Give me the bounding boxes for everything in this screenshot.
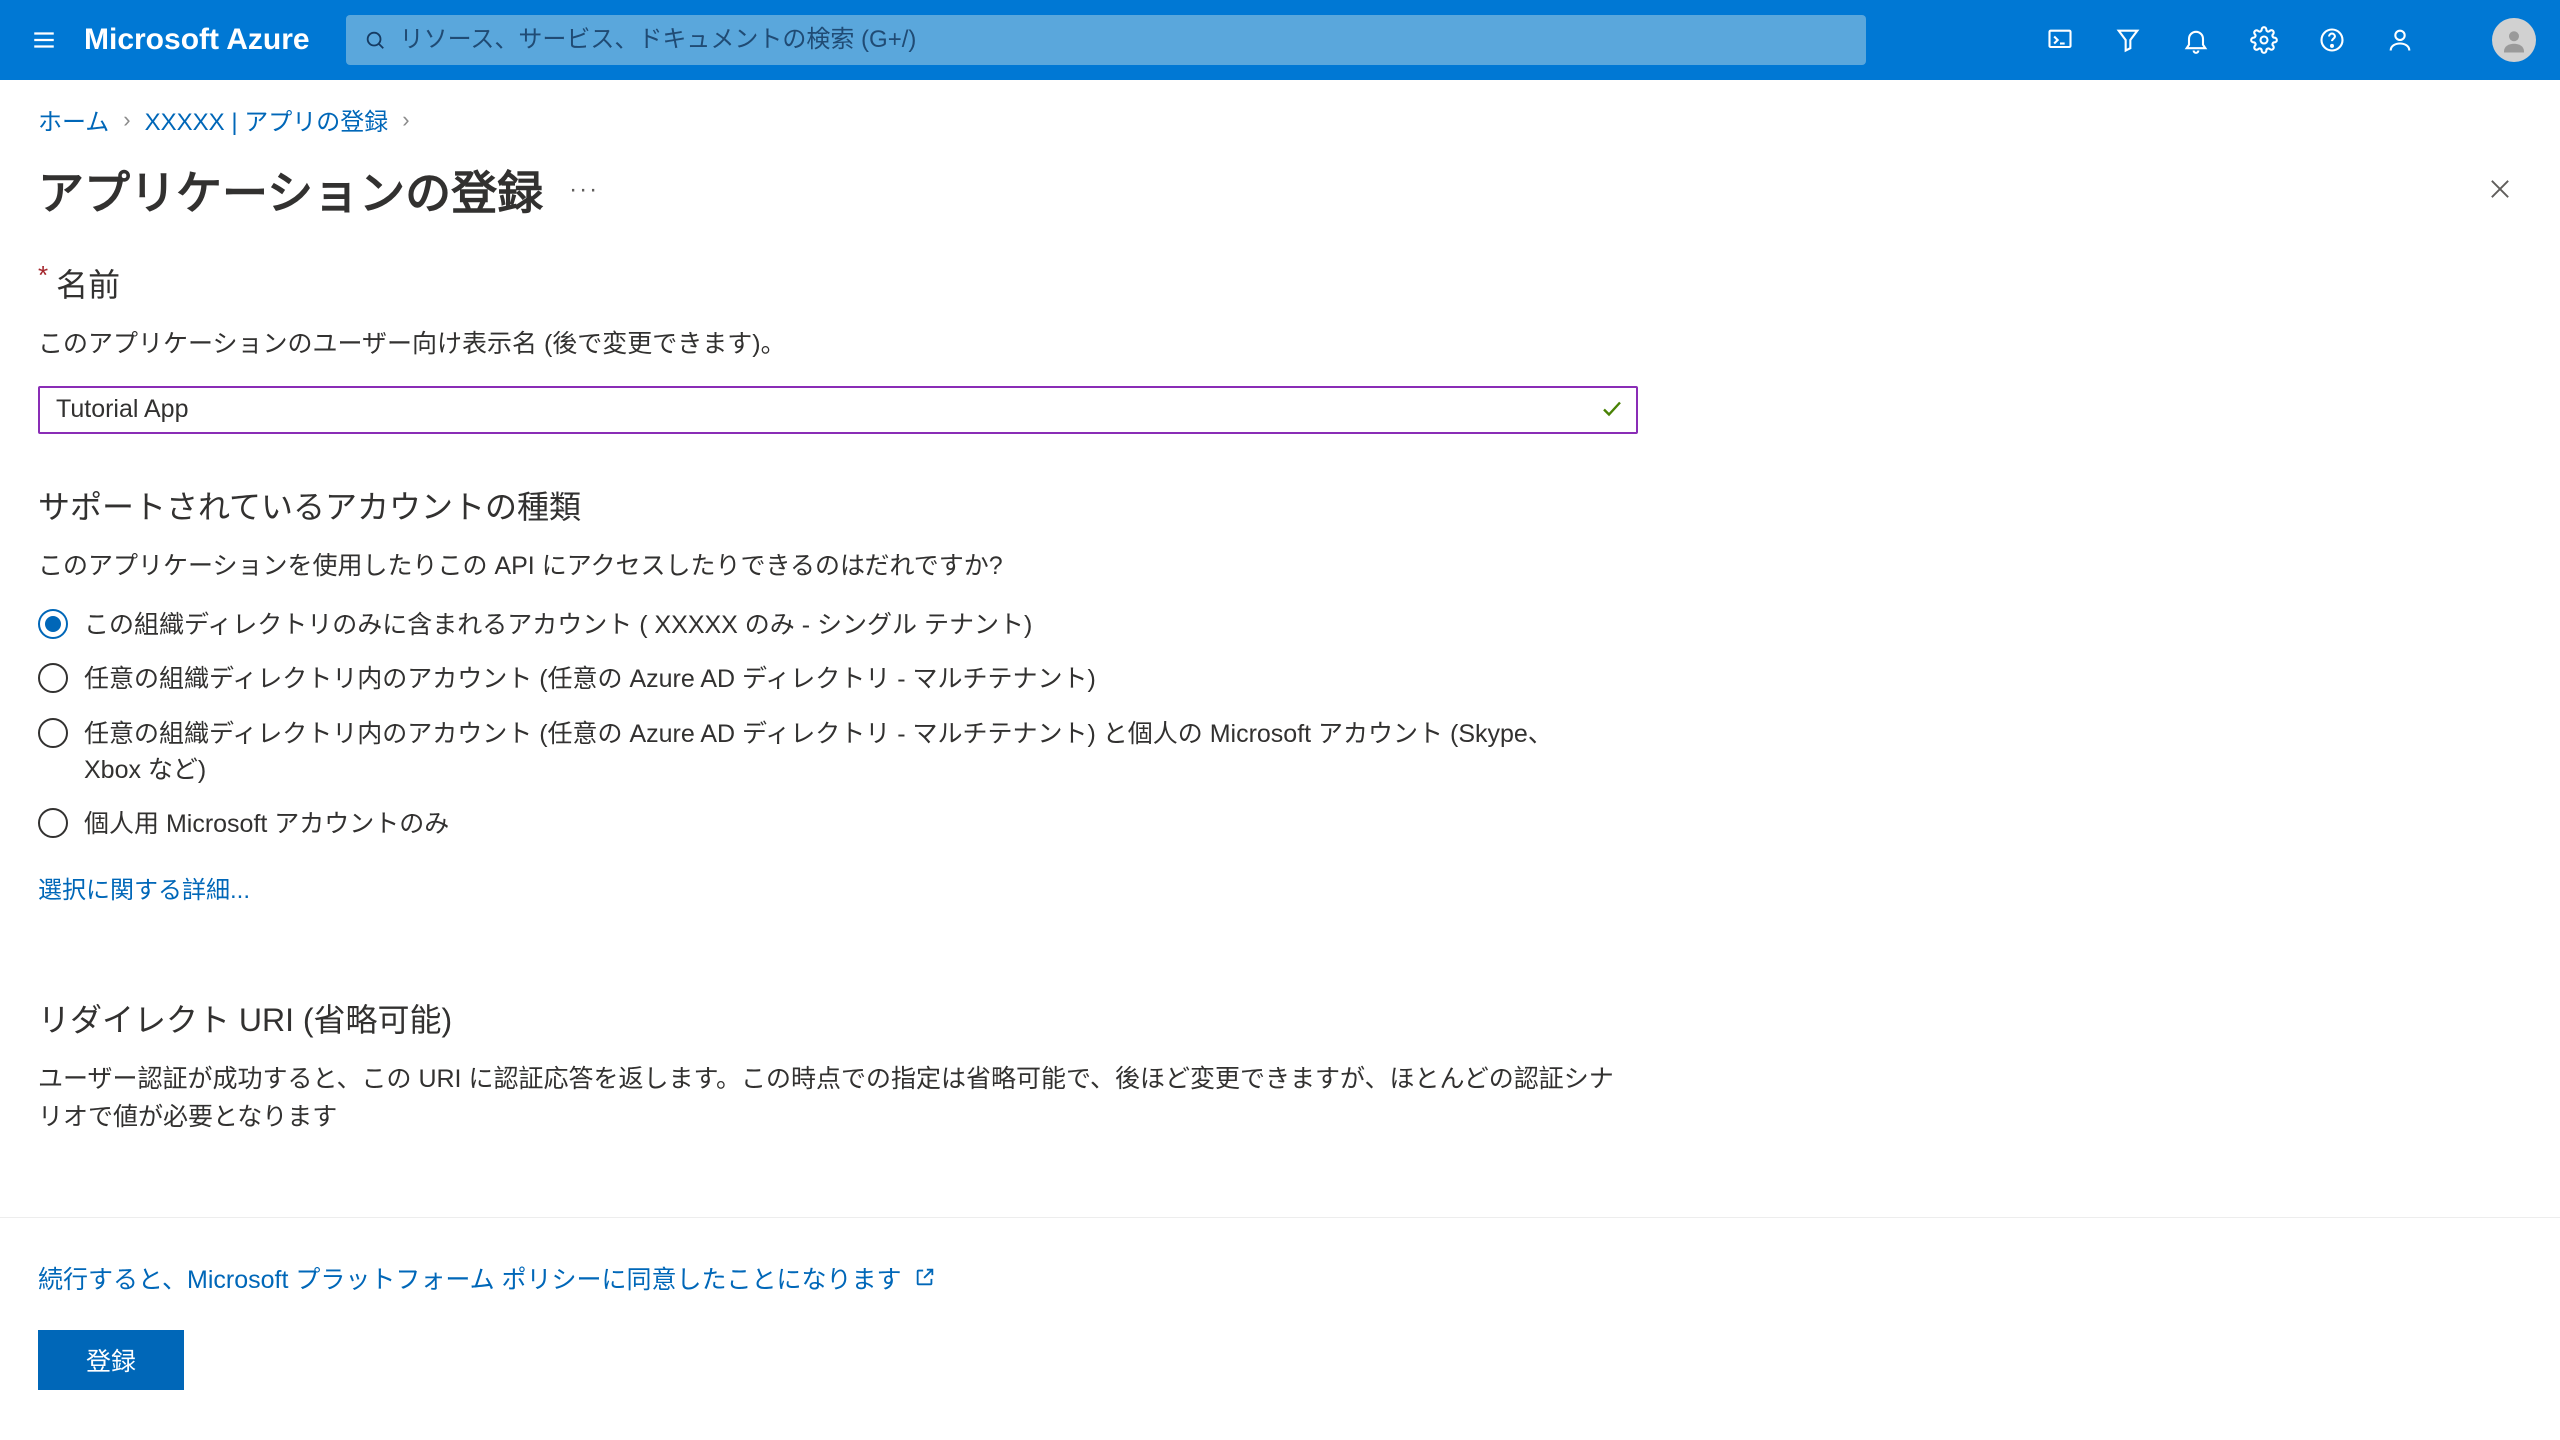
breadcrumb-home[interactable]: ホーム bbox=[38, 102, 109, 137]
external-link-icon bbox=[914, 1266, 936, 1291]
account-types-radio-group: この組織ディレクトリのみに含まれるアカウント ( XXXXX のみ - シングル… bbox=[38, 607, 1638, 842]
close-blade-button[interactable] bbox=[2478, 167, 2522, 214]
name-label: 名前 bbox=[56, 267, 120, 303]
breadcrumb: ホーム › XXXXX | アプリの登録 › bbox=[0, 80, 2560, 149]
menu-hamburger-button[interactable] bbox=[24, 20, 64, 60]
search-input[interactable] bbox=[400, 26, 1848, 54]
valid-check-icon bbox=[1600, 396, 1624, 423]
header-utility-icons bbox=[2044, 18, 2536, 62]
title-more-button[interactable]: ··· bbox=[569, 176, 599, 204]
hamburger-icon bbox=[31, 27, 57, 53]
form-content: * 名前 このアプリケーションのユーザー向け表示名 (後で変更できます)。 サポー… bbox=[0, 220, 2560, 1230]
avatar-person-icon bbox=[2499, 25, 2529, 55]
close-icon bbox=[2486, 175, 2514, 203]
feedback-icon bbox=[2386, 26, 2414, 54]
account-types-question: このアプリケーションを使用したりこの API にアクセスしたりできるのはだれです… bbox=[38, 548, 1638, 586]
footer-bar: 続行すると、Microsoft プラットフォーム ポリシーに同意したことになりま… bbox=[0, 1217, 2560, 1440]
radio-circle-icon bbox=[38, 718, 68, 748]
radio-circle-icon bbox=[38, 808, 68, 838]
chevron-right-icon: › bbox=[123, 107, 130, 133]
name-description: このアプリケーションのユーザー向け表示名 (後で変更できます)。 bbox=[38, 326, 1638, 364]
name-section-heading: * 名前 bbox=[38, 260, 2522, 306]
account-type-radio-1[interactable]: 任意の組織ディレクトリ内のアカウント (任意の Azure AD ディレクトリ … bbox=[38, 661, 1638, 697]
radio-label: 個人用 Microsoft アカウントのみ bbox=[84, 806, 449, 842]
global-search-box[interactable] bbox=[346, 15, 1866, 65]
account-types-help-link[interactable]: 選択に関する詳細... bbox=[38, 870, 250, 905]
settings-button[interactable] bbox=[2248, 24, 2280, 56]
redirect-uri-description: ユーザー認証が成功すると、この URI に認証応答を返します。この時点での指定は… bbox=[38, 1061, 1638, 1136]
cloud-shell-button[interactable] bbox=[2044, 24, 2076, 56]
notifications-button[interactable] bbox=[2180, 24, 2212, 56]
account-type-radio-3[interactable]: 個人用 Microsoft アカウントのみ bbox=[38, 806, 1638, 842]
radio-label: この組織ディレクトリのみに含まれるアカウント ( XXXXX のみ - シングル… bbox=[84, 607, 1032, 643]
bell-icon bbox=[2182, 26, 2210, 54]
page-title: アプリケーションの登録 bbox=[38, 157, 543, 223]
app-name-input[interactable] bbox=[38, 386, 1638, 434]
account-type-radio-2[interactable]: 任意の組織ディレクトリ内のアカウント (任意の Azure AD ディレクトリ … bbox=[38, 716, 1638, 789]
policy-agreement-link[interactable]: 続行すると、Microsoft プラットフォーム ポリシーに同意したことになりま… bbox=[38, 1260, 902, 1296]
redirect-uri-heading: リダイレクト URI (省略可能) bbox=[38, 995, 2522, 1041]
radio-circle-icon bbox=[38, 663, 68, 693]
search-icon bbox=[364, 29, 386, 51]
brand-label: Microsoft Azure bbox=[84, 23, 310, 57]
gear-icon bbox=[2250, 26, 2278, 54]
radio-label: 任意の組織ディレクトリ内のアカウント (任意の Azure AD ディレクトリ … bbox=[84, 716, 1604, 789]
radio-circle-icon bbox=[38, 609, 68, 639]
chevron-right-icon: › bbox=[402, 107, 409, 133]
help-button[interactable] bbox=[2316, 24, 2348, 56]
radio-label: 任意の組織ディレクトリ内のアカウント (任意の Azure AD ディレクトリ … bbox=[84, 661, 1096, 697]
account-type-radio-0[interactable]: この組織ディレクトリのみに含まれるアカウント ( XXXXX のみ - シングル… bbox=[38, 607, 1638, 643]
directories-filter-button[interactable] bbox=[2112, 24, 2144, 56]
filter-icon bbox=[2114, 26, 2142, 54]
top-header: Microsoft Azure bbox=[0, 0, 2560, 80]
help-icon bbox=[2318, 26, 2346, 54]
register-button[interactable]: 登録 bbox=[38, 1330, 184, 1390]
account-types-heading: サポートされているアカウントの種類 bbox=[38, 482, 2522, 528]
feedback-button[interactable] bbox=[2384, 24, 2416, 56]
required-asterisk: * bbox=[38, 260, 48, 290]
account-avatar[interactable] bbox=[2492, 18, 2536, 62]
cloud-shell-icon bbox=[2046, 26, 2074, 54]
breadcrumb-second[interactable]: XXXXX | アプリの登録 bbox=[145, 102, 389, 137]
